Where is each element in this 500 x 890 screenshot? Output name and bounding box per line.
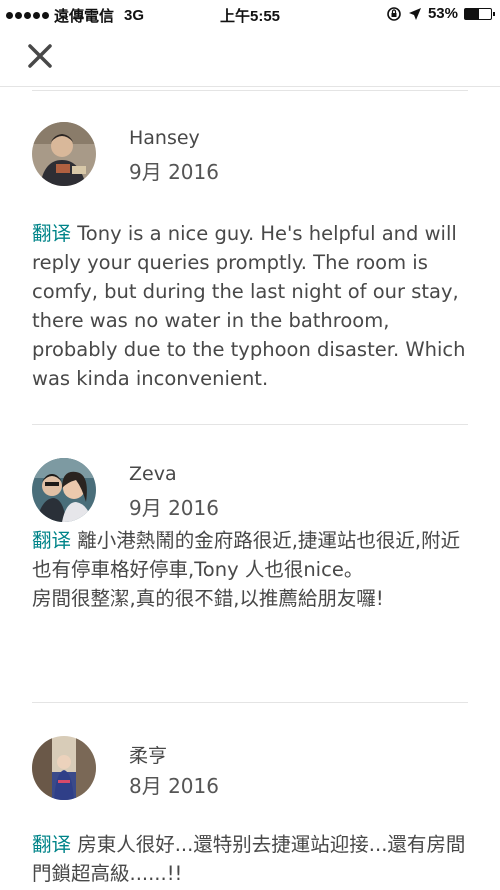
status-bar: 遠傳電信 3G 上午5:55 53% <box>0 0 500 28</box>
review-item: 柔亨 8月 2016 翻译 房東人很好...還特别去捷運站迎接...還有房間門鎖… <box>32 736 468 890</box>
review-item: Zeva 9月 2016 翻译 離小港熱鬧的金府路很近,捷運站也很近,附近也有停… <box>32 458 468 688</box>
divider <box>32 702 468 703</box>
reviewer-name: Hansey <box>129 127 200 149</box>
top-nav <box>0 28 500 86</box>
review-date: 9月 2016 <box>129 496 219 520</box>
battery-level <box>465 8 479 19</box>
divider <box>32 424 468 425</box>
review-body: 離小港熱鬧的金府路很近,捷運站也很近,附近也有停車格好停車,Tony 人也很ni… <box>32 529 461 610</box>
review-text: 翻译 房東人很好...還特别去捷運站迎接...還有房間門鎖超高級......!! <box>32 830 470 888</box>
translate-link[interactable]: 翻译 <box>32 529 71 552</box>
avatar[interactable] <box>32 736 96 800</box>
review-date: 8月 2016 <box>129 774 219 798</box>
divider <box>32 90 468 91</box>
avatar[interactable] <box>32 458 96 522</box>
battery-percent: 53% <box>427 5 458 22</box>
reviewer-name: 柔亨 <box>129 745 168 767</box>
review-text: 翻译 Tony is a nice guy. He's helpful and … <box>32 219 470 393</box>
avatar[interactable] <box>32 122 96 186</box>
rotation-lock-icon <box>387 6 401 21</box>
status-right: 53% <box>386 5 495 22</box>
nav-divider <box>0 86 500 87</box>
location-arrow-icon <box>408 7 421 20</box>
review-body: 房東人很好...還特别去捷運站迎接...還有房間門鎖超高級......!! <box>32 833 466 885</box>
review-item: Hansey 9月 2016 翻译 Tony is a nice guy. He… <box>32 122 468 412</box>
close-button[interactable] <box>24 40 56 72</box>
review-date: 9月 2016 <box>129 160 219 184</box>
review-body: Tony is a nice guy. He's helpful and wil… <box>32 222 466 390</box>
translate-link[interactable]: 翻译 <box>32 833 71 856</box>
battery-icon <box>464 7 495 20</box>
review-text: 翻译 離小港熱鬧的金府路很近,捷運站也很近,附近也有停車格好停車,Tony 人也… <box>32 526 470 613</box>
translate-link[interactable]: 翻译 <box>32 222 71 245</box>
reviewer-name: Zeva <box>129 463 177 485</box>
close-icon <box>28 44 52 68</box>
